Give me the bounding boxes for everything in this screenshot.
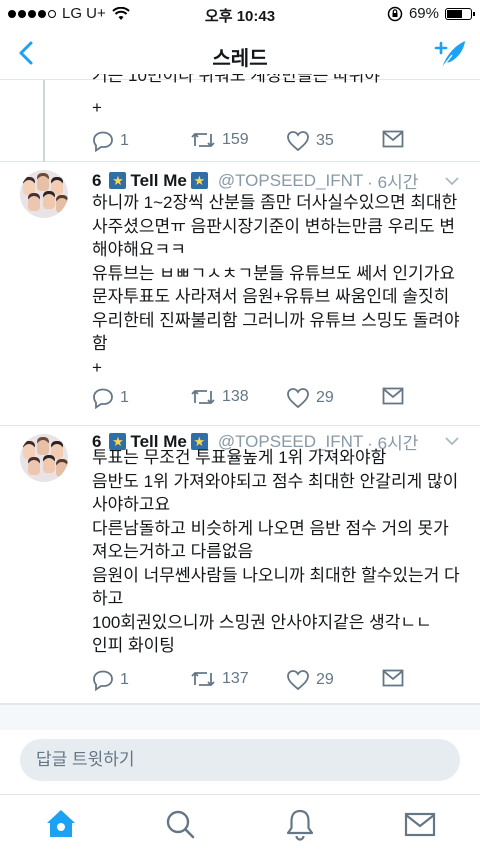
battery-icon bbox=[445, 7, 475, 20]
retweet-icon bbox=[191, 133, 215, 147]
avatar-figure bbox=[43, 194, 55, 209]
star-emoji-icon: ★ bbox=[109, 172, 127, 189]
tweet-text-line: 사야하고요 bbox=[92, 495, 171, 514]
reply-icon bbox=[93, 388, 113, 409]
avatar-figure bbox=[37, 176, 49, 191]
tweet-text-line: 100회권있으니까 스밍권 안사야지같은 생각ㄴㄴ bbox=[92, 612, 432, 632]
compose-tweet-icon[interactable] bbox=[432, 36, 468, 72]
avatar-figure bbox=[43, 458, 55, 473]
heart-icon bbox=[287, 670, 309, 691]
tweet[interactable]: 6 ★ Tell Me ★ @TOPSEED_IFNT · 6시간 투표는 무조… bbox=[0, 426, 480, 704]
tweet-author-number: 6 bbox=[92, 170, 102, 190]
envelope-icon bbox=[382, 130, 404, 148]
reply-input[interactable]: 답글 트윗하기 bbox=[20, 739, 460, 781]
rotation-lock-icon bbox=[387, 6, 403, 21]
direct-message-button[interactable] bbox=[382, 387, 404, 405]
reply-button[interactable]: 1 bbox=[92, 387, 129, 409]
reply-count: 1 bbox=[120, 671, 129, 688]
tweet-text-line: 음원이 너무쎈사람들 나오니까 최대한 할수있는거 다 bbox=[92, 565, 460, 585]
tweet-text-clipped: 거는 10번이라 쉬워도 계정만들는 따위야 bbox=[92, 74, 381, 85]
tweet-text-line: 하고 bbox=[92, 589, 124, 608]
reply-icon bbox=[93, 131, 113, 152]
home-icon[interactable] bbox=[44, 807, 78, 841]
envelope-icon bbox=[382, 669, 404, 687]
avatar-figure bbox=[28, 196, 40, 211]
tweet-text-line: 다른남돌하고 비슷하게 나오면 음반 점수 거의 못가 bbox=[92, 518, 449, 538]
heart-icon bbox=[287, 131, 309, 152]
reply-button[interactable]: 1 bbox=[92, 669, 129, 691]
tweet-text-line: 하니까 1~2장씩 산분들 좀만 더사실수있으면 최대한 bbox=[92, 193, 458, 212]
direct-message-button[interactable] bbox=[382, 669, 404, 687]
tweet-partial[interactable]: 거는 10번이라 쉬워도 계정만들는 따위야 + 1 159 35 bbox=[0, 74, 480, 162]
heart-icon bbox=[287, 388, 309, 409]
chevron-down-icon[interactable] bbox=[444, 436, 460, 446]
page-title: 스레드 bbox=[212, 48, 268, 70]
tweet-text-line: 인피 화이팅 bbox=[92, 636, 175, 655]
tweet-text-line: 해야해요ㅋㅋ bbox=[92, 240, 186, 259]
like-button[interactable]: 29 bbox=[286, 669, 334, 691]
tweet-text-line: 져오는거하고 다름없음 bbox=[92, 542, 254, 561]
retweet-button[interactable]: 138 bbox=[190, 387, 249, 407]
avatar-figure bbox=[37, 440, 49, 455]
avatar-figure bbox=[56, 462, 68, 477]
battery-percent: 69% bbox=[408, 5, 439, 22]
tweet-author-handle[interactable]: @TOPSEED_IFNT bbox=[218, 171, 363, 191]
like-button[interactable]: 35 bbox=[286, 130, 334, 152]
retweet-count: 159 bbox=[222, 131, 249, 148]
feed-separator bbox=[0, 704, 480, 730]
like-button[interactable]: 29 bbox=[286, 387, 334, 409]
retweet-icon bbox=[191, 672, 215, 686]
thread-line bbox=[43, 80, 45, 162]
like-count: 29 bbox=[316, 671, 334, 688]
avatar-figure bbox=[56, 198, 68, 213]
tweet-text-line: + bbox=[92, 98, 102, 117]
navigation-bar: 스레드 bbox=[0, 28, 480, 80]
direct-message-button[interactable] bbox=[382, 130, 404, 148]
tweet-text-line: 음반도 1위 가져와야되고 점수 최대한 안갈리게 많이 bbox=[92, 471, 459, 491]
tweet-text-line: 문자투표도 사라져서 음원+유튜브 싸움인데 솔짓히 bbox=[92, 287, 450, 306]
avatar[interactable] bbox=[20, 170, 68, 218]
reply-count: 1 bbox=[120, 132, 129, 149]
tweet-text-line: 함 bbox=[92, 334, 108, 353]
reply-bar: 답글 트윗하기 bbox=[0, 730, 480, 794]
like-count: 29 bbox=[316, 389, 334, 406]
reply-button[interactable]: 1 bbox=[92, 130, 129, 152]
search-icon[interactable] bbox=[163, 807, 197, 841]
star-emoji-icon: ★ bbox=[190, 172, 208, 189]
envelope-icon bbox=[382, 387, 404, 405]
avatar-figure bbox=[28, 460, 40, 475]
status-bar: LG U+ 오후 10:43 69% bbox=[0, 0, 480, 28]
tweet-text-line: 우리한테 진짜불리함 그러니까 유튜브 스밍도 돌려야 bbox=[92, 310, 460, 330]
retweet-count: 138 bbox=[222, 388, 249, 405]
tweet-text-line: + bbox=[92, 357, 102, 377]
reply-count: 1 bbox=[120, 389, 129, 406]
messages-icon[interactable] bbox=[403, 807, 437, 841]
tweet-author-name[interactable]: Tell Me bbox=[130, 171, 186, 191]
tab-bar bbox=[0, 794, 480, 854]
notifications-icon[interactable] bbox=[283, 807, 317, 841]
retweet-icon bbox=[191, 390, 215, 404]
retweet-button[interactable]: 137 bbox=[190, 669, 249, 689]
tweet[interactable]: 6 ★ Tell Me ★ @TOPSEED_IFNT · 6시간 하니까 1~… bbox=[0, 162, 480, 426]
retweet-button[interactable]: 159 bbox=[190, 130, 249, 150]
avatar[interactable] bbox=[20, 434, 68, 482]
tweet-text-line: 유튜브는 ㅂㅃㄱㅅㅊㄱ분들 유튜브도 쎄서 인기가요 bbox=[92, 263, 455, 283]
tweet-timestamp: · 6시간 bbox=[367, 173, 419, 192]
like-count: 35 bbox=[316, 132, 334, 149]
chevron-down-icon[interactable] bbox=[444, 176, 460, 186]
retweet-count: 137 bbox=[222, 670, 249, 687]
tweet-text-line: 투표는 무조건 투표율높게 1위 가져와야함 bbox=[92, 448, 387, 467]
reply-icon bbox=[93, 670, 113, 691]
tweet-text-line: 사주셨으면ㅠ 음판시장기준이 변하는만큼 우리도 변 bbox=[92, 216, 455, 236]
